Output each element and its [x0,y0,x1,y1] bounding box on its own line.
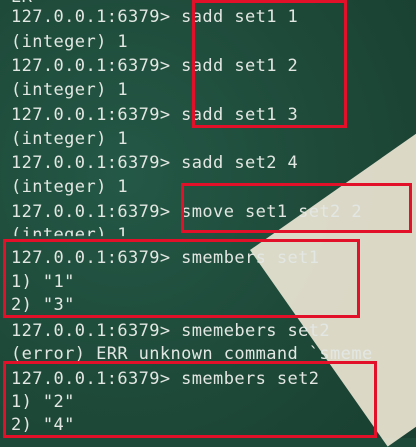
terminal-line: 2) "3" [11,295,75,315]
terminal-line: 127.0.0.1:6379> sadd set1 2 [11,56,299,76]
terminal-line: (integer) 1 [11,129,128,149]
terminal-line: (integer) 1 [11,32,128,52]
terminal-line: 127.0.0.1:6379> sadd set2 4 [11,153,299,173]
terminal-line: 127.0.0.1:6379> sadd set1 3 [11,105,299,125]
terminal-line: 127.0.0.1:6379> smemebers set2 [11,321,331,341]
terminal-line: (error) ERR unknown command `smeme [11,344,373,364]
terminal-output: ER 127.0.0.1:6379> sadd set1 1 (integer)… [0,0,416,438]
terminal-line: 127.0.0.1:6379> smembers set1 [11,248,320,268]
terminal-line: (integer) 1 [11,177,128,197]
terminal-line: 127.0.0.1:6379> smembers set2 [11,369,320,389]
terminal-line: 127.0.0.1:6379> smove set1 set2 2 [11,202,362,222]
terminal-line: 1) "2" [11,392,75,412]
terminal-line: 1) "1" [11,272,75,292]
terminal-line: 127.0.0.1:6379> sadd set1 1 [11,7,299,27]
terminal-line: (integer) 1 [11,225,128,245]
terminal-line: 2) "4" [11,415,75,435]
terminal-line: (integer) 1 [11,80,128,100]
